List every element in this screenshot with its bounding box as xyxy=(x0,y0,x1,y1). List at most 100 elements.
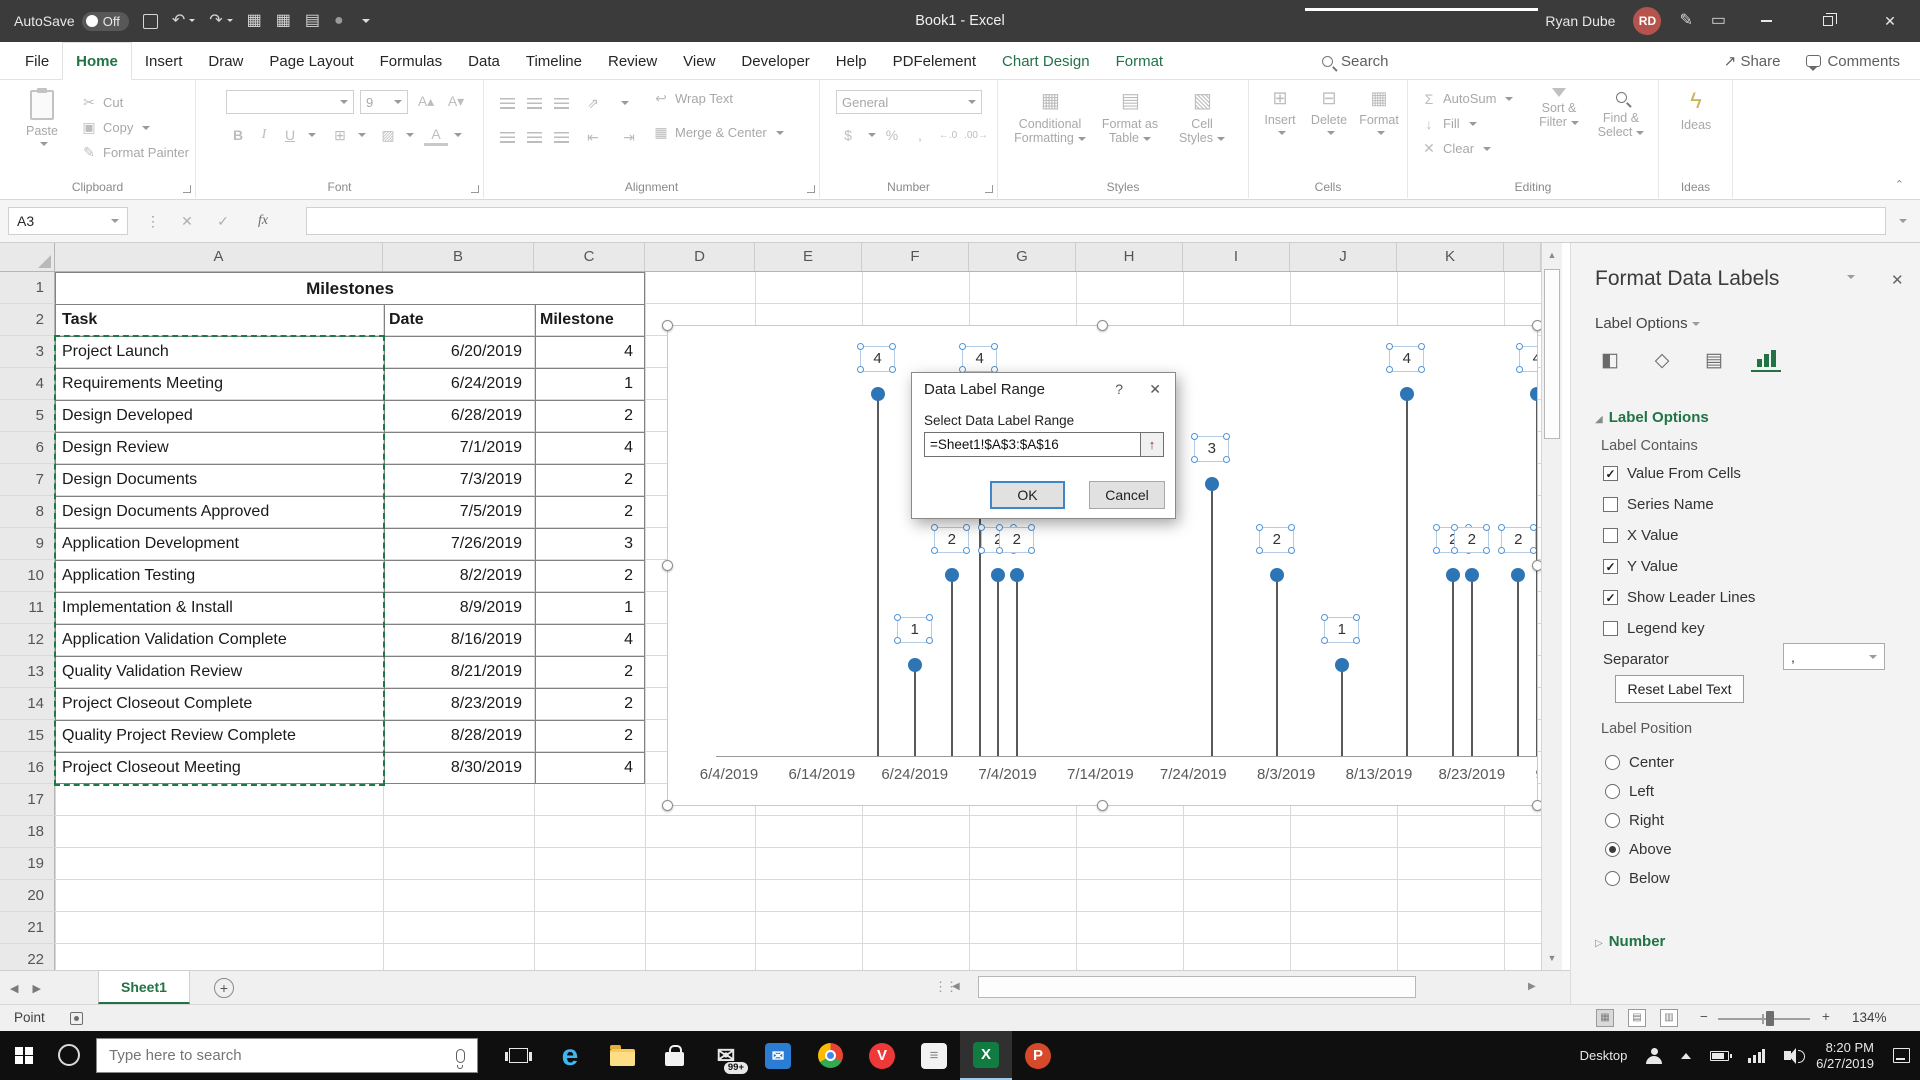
decrease-decimal-icon[interactable]: .00→ xyxy=(964,124,988,146)
milestone-marker[interactable] xyxy=(1270,568,1284,582)
radio-circle[interactable] xyxy=(1605,813,1620,828)
cell-C14[interactable]: 2 xyxy=(534,688,639,720)
checkbox-box[interactable] xyxy=(1603,497,1618,512)
menu-tab-developer[interactable]: Developer xyxy=(728,42,822,80)
align-right-icon[interactable] xyxy=(554,132,569,143)
macro-record-icon[interactable] xyxy=(70,1012,83,1025)
data-label[interactable]: 4 xyxy=(1519,346,1538,372)
cell-A2[interactable]: Task xyxy=(62,304,362,336)
milestone-marker[interactable] xyxy=(1511,568,1525,582)
label-selection-handle[interactable] xyxy=(1353,637,1360,644)
number-dialog-launcher[interactable] xyxy=(985,185,993,193)
menu-tab-view[interactable]: View xyxy=(670,42,728,80)
milestone-stem[interactable] xyxy=(1211,484,1213,756)
decrease-indent-icon[interactable]: ⇤ xyxy=(581,126,605,148)
row-header-13[interactable]: 13 xyxy=(0,656,54,688)
range-picker-icon[interactable]: ↑ xyxy=(1140,433,1163,456)
conditional-formatting-button[interactable]: ▦ ConditionalFormatting xyxy=(1012,80,1088,145)
borders-icon[interactable]: ⊞ xyxy=(328,124,352,146)
label-options-section[interactable]: ◢Label Options xyxy=(1595,409,1709,426)
data-label[interactable]: 2 xyxy=(934,527,969,553)
share-button[interactable]: ↗ Share xyxy=(1724,52,1781,70)
file-explorer-icon[interactable] xyxy=(596,1031,648,1080)
hscroll-right-icon[interactable]: ▶ xyxy=(1528,981,1536,992)
row-header-22[interactable]: 22 xyxy=(0,944,54,970)
label-selection-handle[interactable] xyxy=(991,343,998,350)
milestone-stem[interactable] xyxy=(1016,575,1018,756)
autosave-toggle[interactable]: AutoSave Off xyxy=(14,12,129,31)
row-header-20[interactable]: 20 xyxy=(0,880,54,912)
cell-C5[interactable]: 2 xyxy=(534,400,639,432)
label-selection-handle[interactable] xyxy=(1498,524,1505,531)
checkbox-box[interactable]: ✓ xyxy=(1603,559,1618,574)
milestone-marker[interactable] xyxy=(1446,568,1460,582)
collapse-ribbon-icon[interactable]: ⌃ xyxy=(1895,178,1904,191)
zoom-slider[interactable] xyxy=(1718,1018,1810,1020)
increase-indent-icon[interactable]: ⇥ xyxy=(617,126,641,148)
menu-tab-draw[interactable]: Draw xyxy=(195,42,256,80)
scroll-down-icon[interactable]: ▼ xyxy=(1542,948,1562,968)
row-header-19[interactable]: 19 xyxy=(0,848,54,880)
row-header-2[interactable]: 2 xyxy=(0,304,54,336)
radio-circle[interactable] xyxy=(1605,755,1620,770)
zoom-level[interactable]: 134% xyxy=(1852,1010,1887,1025)
sort-filter-button[interactable]: Sort &Filter xyxy=(1530,80,1588,129)
volume-icon[interactable] xyxy=(1784,1051,1791,1060)
row-header-15[interactable]: 15 xyxy=(0,720,54,752)
user-name[interactable]: Ryan Dube xyxy=(1545,13,1615,29)
fill-color-icon[interactable]: ▨ xyxy=(376,124,400,146)
data-label[interactable]: 4 xyxy=(860,346,895,372)
cell-B13[interactable]: 8/21/2019 xyxy=(383,656,528,688)
row-header-21[interactable]: 21 xyxy=(0,912,54,944)
fill-button[interactable]: ↓Fill xyxy=(1420,111,1513,136)
cell-C11[interactable]: 1 xyxy=(534,592,639,624)
cell-C3[interactable]: 4 xyxy=(534,336,639,368)
page-break-view-icon[interactable]: ▥ xyxy=(1660,1009,1678,1027)
checkbox-box[interactable]: ✓ xyxy=(1603,466,1618,481)
select-all-button[interactable] xyxy=(0,243,55,271)
fill-line-icon[interactable]: ◧ xyxy=(1595,349,1625,372)
milestone-stem[interactable] xyxy=(1471,575,1473,756)
outlook-icon[interactable]: ✉ xyxy=(752,1031,804,1080)
milestone-stem[interactable] xyxy=(877,394,879,756)
search-box[interactable]: Search xyxy=(1322,42,1389,80)
data-label[interactable]: 2 xyxy=(1259,527,1294,553)
cell-C6[interactable]: 4 xyxy=(534,432,639,464)
people-icon[interactable] xyxy=(1646,1048,1662,1064)
zoom-slider-thumb[interactable] xyxy=(1766,1011,1774,1026)
radio-circle[interactable] xyxy=(1605,784,1620,799)
data-label-range-input[interactable] xyxy=(924,432,1164,457)
chart-selection-handle[interactable] xyxy=(662,800,673,811)
radio-center[interactable]: Center xyxy=(1605,754,1674,771)
label-selection-handle[interactable] xyxy=(1516,366,1523,373)
format-as-table-button[interactable]: ▤ Format asTable xyxy=(1094,80,1166,145)
cell-styles-button[interactable]: ▧ CellStyles xyxy=(1170,80,1234,145)
next-sheet-icon[interactable]: ▶ xyxy=(32,982,40,995)
column-header-B[interactable]: B xyxy=(383,243,534,271)
excel-icon[interactable]: X xyxy=(960,1031,1012,1080)
milestone-marker[interactable] xyxy=(1335,658,1349,672)
label-selection-handle[interactable] xyxy=(1433,547,1440,554)
pen-icon[interactable]: ✎ xyxy=(1679,13,1692,29)
menu-tab-chart-design[interactable]: Chart Design xyxy=(989,42,1103,80)
label-selection-handle[interactable] xyxy=(931,524,938,531)
milestone-stem[interactable] xyxy=(1406,394,1408,756)
label-selection-handle[interactable] xyxy=(1191,433,1198,440)
action-center-icon[interactable] xyxy=(1893,1048,1910,1063)
cell-C10[interactable]: 2 xyxy=(534,560,639,592)
number-section[interactable]: ▷Number xyxy=(1595,933,1665,950)
label-selection-handle[interactable] xyxy=(1386,343,1393,350)
label-options-selector[interactable]: Label Options xyxy=(1595,315,1700,332)
cell-C9[interactable]: 3 xyxy=(534,528,639,560)
dialog-close-icon[interactable]: ✕ xyxy=(1149,381,1161,398)
milestone-stem[interactable] xyxy=(1517,575,1519,756)
menu-tab-timeline[interactable]: Timeline xyxy=(513,42,595,80)
qat-record-icon[interactable]: ● xyxy=(334,13,344,29)
taskbar-search[interactable] xyxy=(96,1038,478,1073)
column-header-A[interactable]: A xyxy=(55,243,383,271)
merge-center-button[interactable]: ▦Merge & Center xyxy=(652,120,784,145)
label-selection-handle[interactable] xyxy=(1288,547,1295,554)
align-middle-icon[interactable] xyxy=(527,98,542,109)
cell-B3[interactable]: 6/20/2019 xyxy=(383,336,528,368)
menu-tab-formulas[interactable]: Formulas xyxy=(367,42,456,80)
